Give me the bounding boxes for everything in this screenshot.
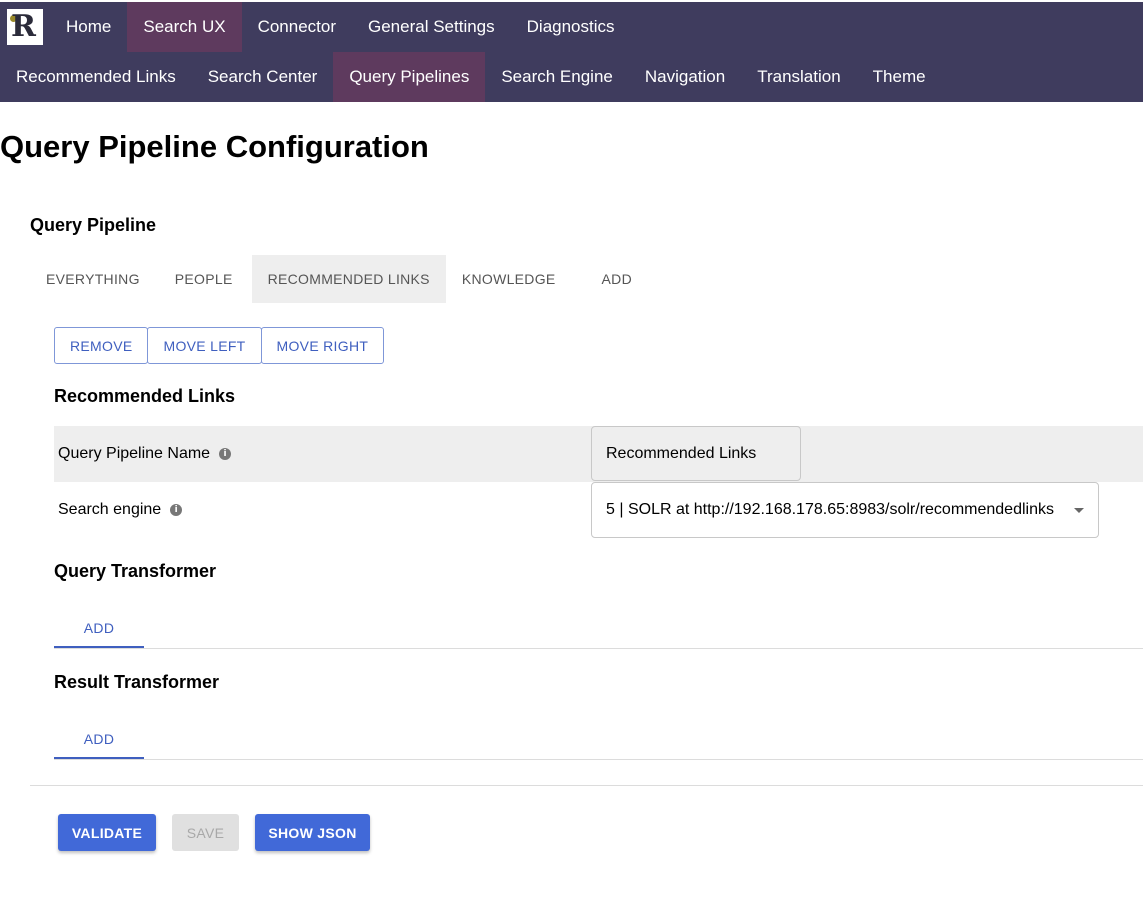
nav-diagnostics[interactable]: Diagnostics: [511, 2, 631, 52]
save-button: SAVE: [172, 814, 239, 851]
divider: [54, 648, 1143, 649]
top-navigation: R Home Search UX Connector General Setti…: [0, 2, 1143, 102]
query-transformer-heading: Query Transformer: [54, 561, 217, 581]
query-transformer-add-tab[interactable]: ADD: [54, 610, 144, 648]
info-icon[interactable]: i: [219, 448, 232, 460]
tab-recommended-links[interactable]: RECOMMENDED LINKS: [251, 255, 446, 303]
validate-button[interactable]: VALIDATE: [58, 814, 156, 851]
search-engine-value: 5 | SOLR at http://192.168.178.65:8983/s…: [606, 501, 1054, 518]
primary-nav: R Home Search UX Connector General Setti…: [0, 2, 631, 52]
pipeline-tabs: EVERYTHING PEOPLE RECOMMENDED LINKS KNOW…: [30, 255, 662, 303]
nav-connector[interactable]: Connector: [242, 2, 352, 52]
result-transformer-heading: Result Transformer: [54, 672, 220, 692]
footer-divider: [30, 785, 1143, 786]
subnav-translation[interactable]: Translation: [741, 52, 856, 102]
tab-everything[interactable]: EVERYTHING: [30, 255, 156, 303]
divider: [54, 759, 1143, 760]
pipeline-title: Recommended Links: [54, 386, 236, 406]
tab-people[interactable]: PEOPLE: [156, 255, 252, 303]
move-right-button[interactable]: MOVE RIGHT: [260, 327, 385, 364]
subnav-search-center[interactable]: Search Center: [192, 52, 334, 102]
pipeline-actions: REMOVE MOVE LEFT MOVE RIGHT: [54, 327, 385, 364]
chevron-down-icon: [1074, 507, 1084, 513]
info-icon[interactable]: i: [170, 504, 183, 516]
search-engine-label: Search engine i: [58, 482, 183, 538]
move-left-button[interactable]: MOVE LEFT: [147, 327, 262, 364]
tab-knowledge[interactable]: KNOWLEDGE: [446, 255, 572, 303]
app-logo[interactable]: R: [7, 9, 43, 45]
subnav-navigation[interactable]: Navigation: [629, 52, 741, 102]
secondary-nav: Recommended Links Search Center Query Pi…: [0, 52, 942, 102]
subnav-recommended-links[interactable]: Recommended Links: [0, 52, 192, 102]
pipeline-name-label: Query Pipeline Name i: [58, 426, 232, 482]
show-json-button[interactable]: SHOW JSON: [255, 814, 370, 851]
search-engine-select[interactable]: 5 | SOLR at http://192.168.178.65:8983/s…: [591, 482, 1099, 538]
nav-search-ux[interactable]: Search UX: [127, 2, 242, 52]
nav-general-settings[interactable]: General Settings: [352, 2, 511, 52]
subnav-theme[interactable]: Theme: [857, 52, 942, 102]
tab-add[interactable]: ADD: [572, 255, 662, 303]
page-title: Query Pipeline Configuration: [0, 129, 429, 164]
subnav-query-pipelines[interactable]: Query Pipelines: [333, 52, 486, 102]
result-transformer-add-tab[interactable]: ADD: [54, 721, 144, 759]
subnav-search-engine[interactable]: Search Engine: [485, 52, 629, 102]
nav-home[interactable]: Home: [50, 2, 127, 52]
remove-button[interactable]: REMOVE: [54, 327, 149, 364]
query-pipeline-heading: Query Pipeline: [30, 215, 157, 235]
pipeline-name-input[interactable]: Recommended Links: [591, 426, 801, 481]
